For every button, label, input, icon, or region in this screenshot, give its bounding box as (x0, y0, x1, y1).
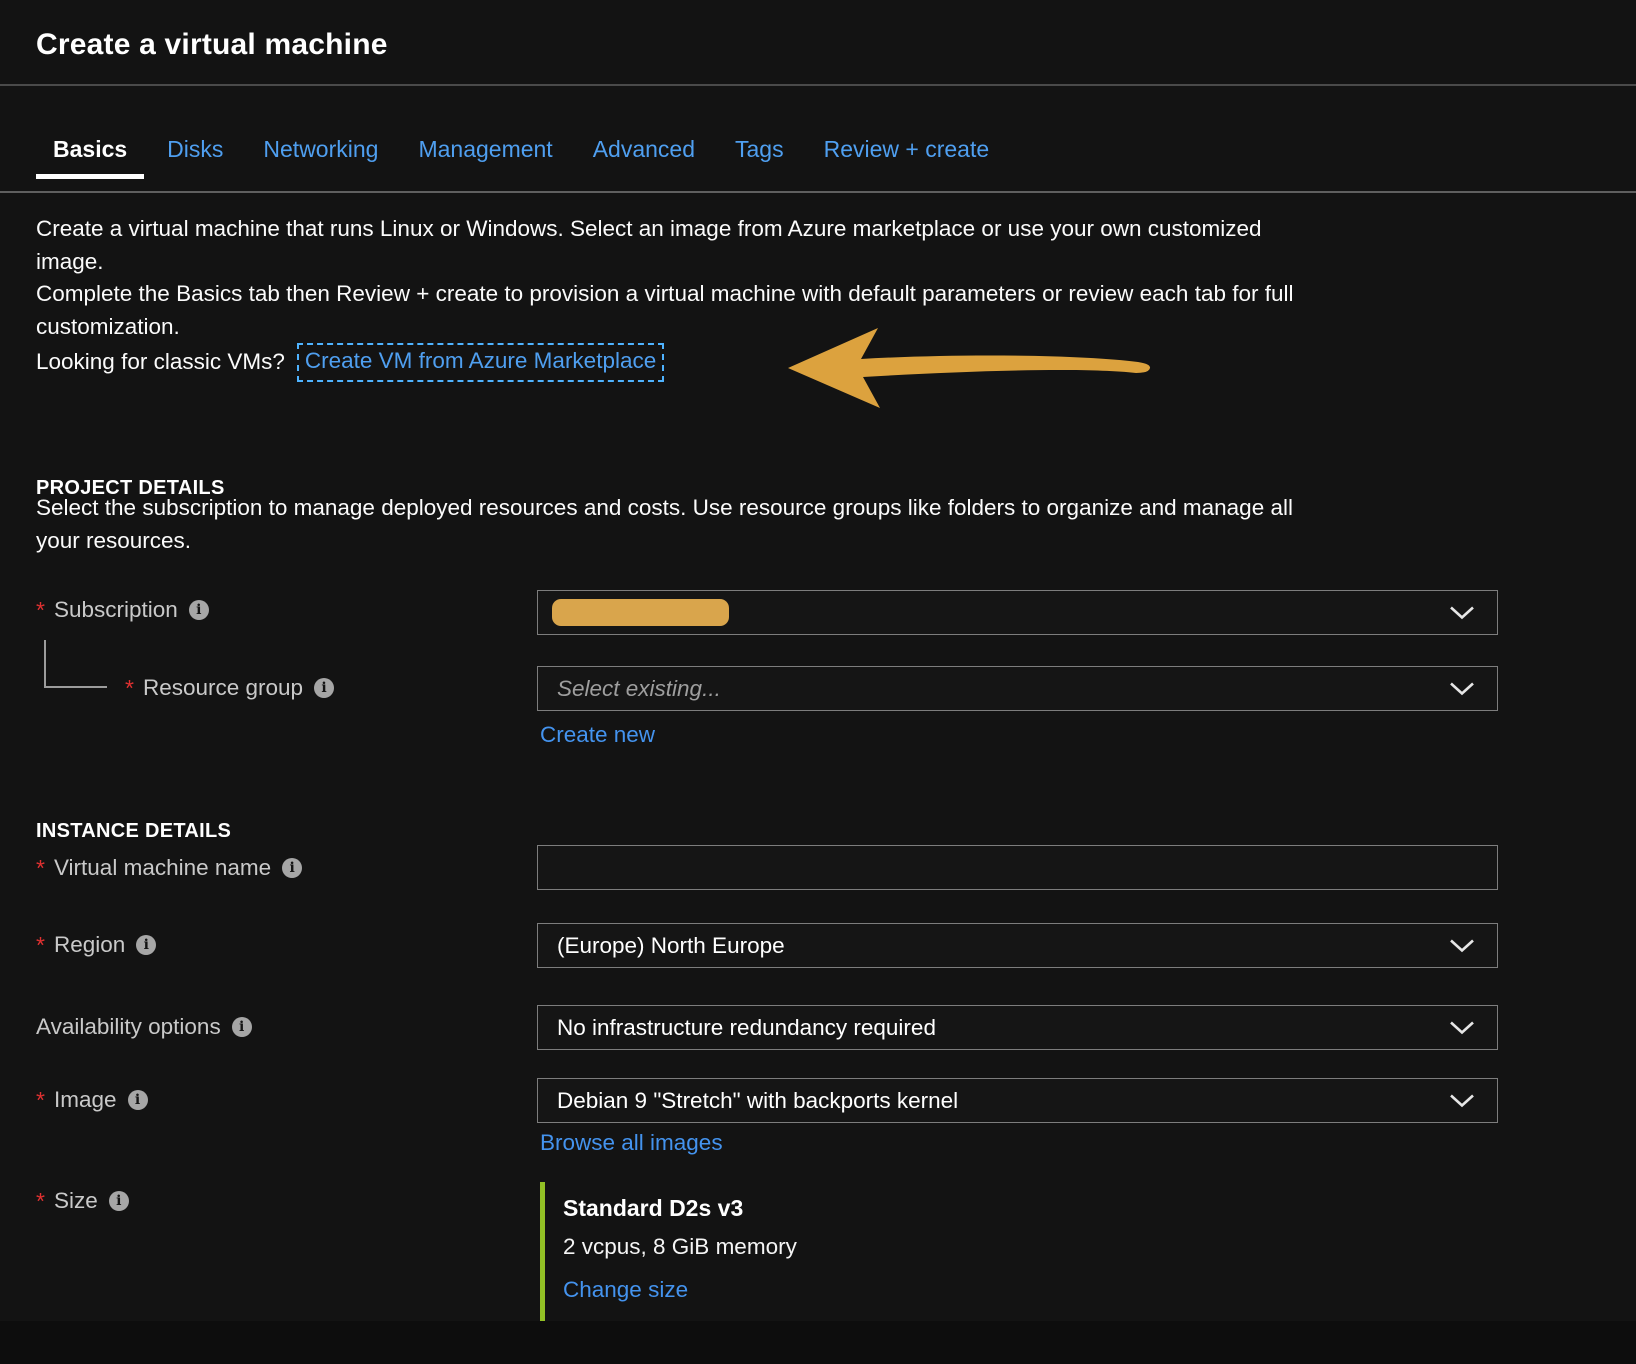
tab-bar: Basics Disks Networking Management Advan… (36, 136, 1012, 178)
info-icon[interactable]: i (136, 935, 156, 955)
tab-disks[interactable]: Disks (150, 136, 240, 178)
chevron-down-icon (1450, 606, 1474, 619)
create-vm-page: Create a virtual machine Basics Disks Ne… (0, 0, 1636, 1364)
browse-all-images-link[interactable]: Browse all images (540, 1130, 723, 1156)
image-dropdown[interactable]: Debian 9 "Stretch" with backports kernel (537, 1078, 1498, 1123)
region-dropdown[interactable]: (Europe) North Europe (537, 923, 1498, 968)
required-asterisk: * (36, 855, 45, 881)
required-asterisk: * (36, 932, 45, 958)
subscription-dropdown[interactable] (537, 590, 1498, 635)
chevron-down-icon (1450, 1021, 1474, 1034)
create-new-link[interactable]: Create new (540, 722, 655, 748)
tab-management[interactable]: Management (401, 136, 569, 178)
header-divider (0, 84, 1636, 86)
availability-options-value: No infrastructure redundancy required (557, 1015, 936, 1041)
chevron-down-icon (1450, 682, 1474, 695)
size-summary: Standard D2s v3 2 vcpus, 8 GiB memory Ch… (540, 1182, 797, 1321)
availability-options-label: Availability options i (36, 1014, 252, 1040)
tab-networking[interactable]: Networking (246, 136, 395, 178)
required-asterisk: * (36, 597, 45, 623)
tab-bar-divider (0, 191, 1636, 193)
subscription-redaction (552, 599, 729, 626)
instance-details-heading: INSTANCE DETAILS (36, 820, 231, 843)
page-title: Create a virtual machine (36, 28, 388, 62)
intro-text: Create a virtual machine that runs Linux… (36, 213, 1294, 382)
info-icon[interactable]: i (314, 678, 334, 698)
size-name: Standard D2s v3 (563, 1194, 797, 1222)
tab-tags[interactable]: Tags (718, 136, 801, 178)
tab-review-create[interactable]: Review + create (807, 136, 1007, 178)
intro-line: image. (36, 246, 1294, 279)
size-specs: 2 vcpus, 8 GiB memory (563, 1234, 797, 1260)
intro-line: Create a virtual machine that runs Linux… (36, 213, 1294, 246)
hierarchy-connector-vertical (44, 640, 46, 688)
hierarchy-connector-horizontal (44, 686, 107, 688)
info-icon[interactable]: i (282, 858, 302, 878)
tab-basics[interactable]: Basics (36, 136, 144, 178)
region-label: * Region i (36, 932, 156, 958)
info-icon[interactable]: i (232, 1017, 252, 1037)
image-label: * Image i (36, 1087, 148, 1113)
resource-group-label: * Resource group i (125, 675, 334, 701)
resource-group-dropdown[interactable]: Select existing... (537, 666, 1498, 711)
subscription-label: * Subscription i (36, 597, 209, 623)
project-details-description: Select the subscription to manage deploy… (36, 491, 1293, 557)
chevron-down-icon (1450, 939, 1474, 952)
create-vm-marketplace-link[interactable]: Create VM from Azure Marketplace (297, 343, 664, 382)
vm-name-input[interactable] (537, 845, 1498, 890)
region-value: (Europe) North Europe (557, 933, 785, 959)
required-asterisk: * (36, 1188, 45, 1214)
pane-bottom-edge (0, 1321, 1636, 1364)
required-asterisk: * (36, 1087, 45, 1113)
vm-name-label: * Virtual machine name i (36, 855, 302, 881)
classic-vms-prompt: Looking for classic VMs? (36, 346, 285, 379)
availability-options-dropdown[interactable]: No infrastructure redundancy required (537, 1005, 1498, 1050)
intro-line: Complete the Basics tab then Review + cr… (36, 278, 1294, 311)
info-icon[interactable]: i (109, 1191, 129, 1211)
image-value: Debian 9 "Stretch" with backports kernel (557, 1088, 958, 1114)
change-size-link[interactable]: Change size (563, 1277, 688, 1303)
chevron-down-icon (1450, 1094, 1474, 1107)
resource-group-placeholder: Select existing... (557, 676, 721, 702)
required-asterisk: * (125, 675, 134, 701)
intro-line: customization. (36, 311, 1294, 344)
tab-advanced[interactable]: Advanced (576, 136, 712, 178)
size-label: * Size i (36, 1188, 129, 1214)
info-icon[interactable]: i (189, 600, 209, 620)
info-icon[interactable]: i (128, 1090, 148, 1110)
